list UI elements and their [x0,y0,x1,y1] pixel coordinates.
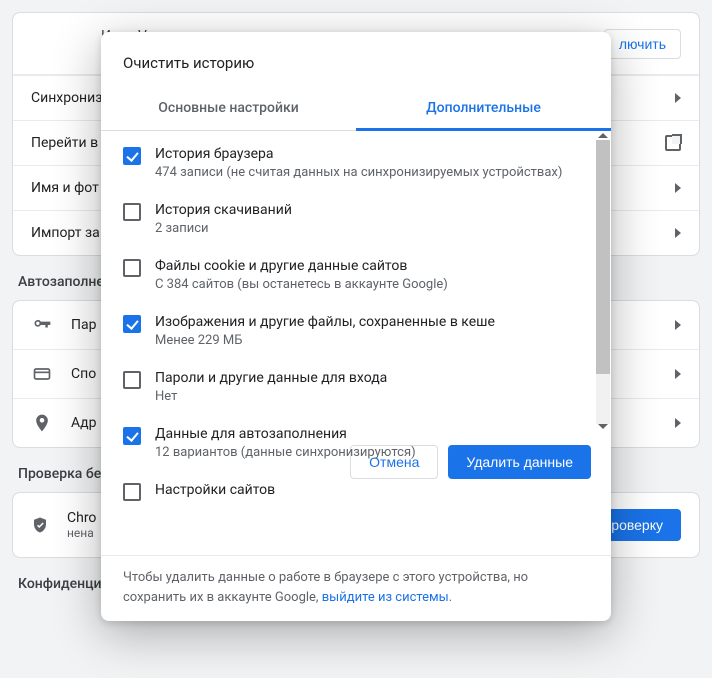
option-title: История браузера [155,146,562,162]
clear-data-option: Файлы cookie и другие данные сайтов С 384… [119,247,591,303]
scroll-thumb[interactable] [596,140,610,374]
option-subtitle: Менее 229 МБ [155,333,495,348]
scroll-up-icon[interactable] [598,133,608,138]
option-title: Настройки сайтов [155,482,275,498]
clear-data-option: История скачиваний 2 записи [119,191,591,247]
option-subtitle: 12 вариантов (данные синхронизируются) [155,445,416,460]
dialog-tabs: Основные настройки Дополнительные [101,88,611,131]
option-title: История скачиваний [155,202,292,218]
checkbox[interactable] [123,147,141,165]
dialog-title: Очистить историю [101,32,611,88]
option-title: Файлы cookie и другие данные сайтов [155,258,448,274]
clear-data-option: Изображения и другие файлы, сохраненные … [119,303,591,359]
option-title: Пароли и другие данные для входа [155,370,387,386]
sign-out-link[interactable]: выйдите из системы [322,590,449,605]
footer-text-b: . [449,590,452,605]
scrollbar[interactable] [595,131,611,431]
clear-browsing-data-dialog: Очистить историю Основные настройки Допо… [101,32,611,621]
divider [101,555,611,556]
scroll-track[interactable] [596,140,610,424]
option-title: Данные для автозаполнения [155,426,416,442]
modal-overlay: Очистить историю Основные настройки Допо… [0,0,712,678]
option-subtitle: Нет [155,389,387,404]
tab-basic[interactable]: Основные настройки [101,88,356,130]
tab-advanced[interactable]: Дополнительные [356,88,611,130]
options-scroll-area: История браузера 474 записи (не считая да… [101,131,611,431]
option-subtitle: С 384 сайтов (вы останетесь в аккаунте G… [155,277,448,292]
checkbox[interactable] [123,483,141,501]
clear-data-option: Данные для автозаполнения 12 вариантов (д… [119,415,591,471]
clear-data-option: История браузера 474 записи (не считая да… [119,135,591,191]
checkbox[interactable] [123,259,141,277]
option-subtitle: 474 записи (не считая данных на синхрони… [155,165,562,180]
checkbox[interactable] [123,315,141,333]
clear-data-option: Настройки сайтов [119,471,591,512]
checkbox[interactable] [123,427,141,445]
option-title: Изображения и другие файлы, сохраненные … [155,314,495,330]
checkbox[interactable] [123,371,141,389]
clear-data-option: Пароли и другие данные для входа Нет [119,359,591,415]
dialog-footer: Чтобы удалить данные о работе в браузере… [101,568,611,607]
scroll-down-icon[interactable] [598,424,608,429]
checkbox[interactable] [123,203,141,221]
option-subtitle: 2 записи [155,221,292,236]
